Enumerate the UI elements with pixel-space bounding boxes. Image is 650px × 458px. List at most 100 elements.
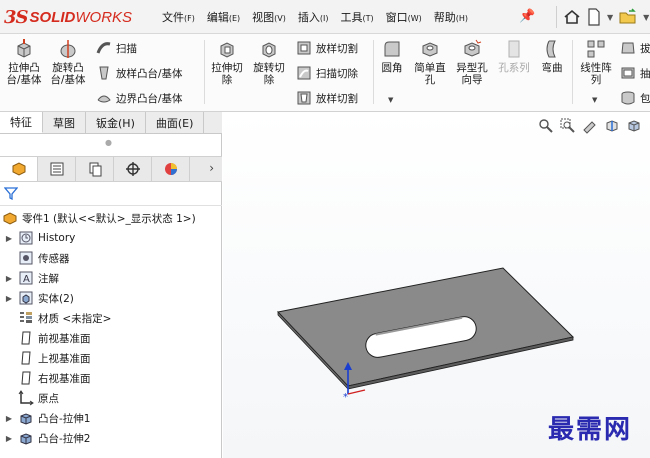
command-tabs: 特征 草图 钣金(H) 曲面(E) xyxy=(0,112,222,134)
boundary-boss-button[interactable]: 边界凸台/基体 xyxy=(96,90,183,106)
hole-series-icon xyxy=(508,40,520,58)
menu-view[interactable]: 视图(V) xyxy=(246,9,292,25)
swept-cut-button[interactable]: 扫描切除 xyxy=(296,65,358,81)
boss-extrude-icon xyxy=(20,413,32,425)
tree-item-front-plane[interactable]: 前视基准面 xyxy=(4,328,91,348)
command-manager: 拉伸凸 台/基体 旋转凸 台/基体 扫描 放样凸台/基体 边界凸台/基体 拉伸切… xyxy=(0,34,650,112)
tree-root-part[interactable]: 零件1 (默认<<默认>_显示状态 1>) xyxy=(0,208,196,228)
sweep-icon xyxy=(96,42,111,54)
sweep-button[interactable]: 扫描 xyxy=(96,40,137,56)
fillet-button[interactable]: 圆角 xyxy=(376,38,408,74)
solidworks-logo[interactable]: 3S SOLIDWORKS xyxy=(4,6,132,28)
tab-surfaces[interactable]: 曲面(E) xyxy=(146,112,205,133)
tab-property-manager[interactable] xyxy=(38,157,76,181)
fillet-dropdown-icon[interactable]: ▼ xyxy=(388,96,393,104)
tree-item-material[interactable]: 材质 <未指定> xyxy=(4,308,111,328)
chevron-down-icon[interactable]: ▼ xyxy=(643,13,649,22)
draft-button[interactable]: 拔 xyxy=(620,40,650,56)
menu-edit[interactable]: 编辑(E) xyxy=(201,9,246,25)
tree-item-boss-extrude2[interactable]: ▶ 凸台-拉伸2 xyxy=(4,428,90,448)
revolve-boss-icon xyxy=(60,40,76,58)
graphics-viewport[interactable]: * 最需网 xyxy=(223,112,650,458)
expand-arrow-icon[interactable]: ▶ xyxy=(4,274,14,283)
configuration-manager-icon xyxy=(89,162,101,177)
flex-button[interactable]: 弯曲 xyxy=(536,38,568,74)
svg-text:*: * xyxy=(343,392,348,403)
tree-item-top-plane[interactable]: 上视基准面 xyxy=(4,348,91,368)
tab-features[interactable]: 特征 xyxy=(0,112,43,133)
loft-cut-icon xyxy=(297,41,311,55)
open-folder-icon[interactable] xyxy=(619,8,637,26)
pattern-dropdown-icon[interactable]: ▼ xyxy=(592,96,597,104)
sensor-icon xyxy=(19,251,33,265)
extrude-cut-button[interactable]: 拉伸切 除 xyxy=(206,38,248,86)
tree-item-solid-bodies[interactable]: ▶ 实体(2) xyxy=(4,288,74,308)
part-icon xyxy=(3,212,17,225)
loft-boss-button[interactable]: 放样凸台/基体 xyxy=(96,65,183,81)
history-icon xyxy=(19,231,33,245)
tree-item-sensors[interactable]: 传感器 xyxy=(4,248,70,268)
part-model[interactable]: * xyxy=(223,112,650,458)
simple-hole-icon xyxy=(422,42,438,57)
expand-arrow-icon[interactable]: ▶ xyxy=(4,294,14,303)
revolve-cut-icon xyxy=(262,42,276,58)
tab-feature-tree[interactable] xyxy=(0,157,38,181)
fillet-icon xyxy=(384,41,400,57)
boundary-boss-icon xyxy=(97,95,111,103)
tree-item-annotations[interactable]: ▶ A 注解 xyxy=(4,268,59,288)
linear-pattern-button[interactable]: 线性阵 列 xyxy=(576,38,616,86)
extrude-cut-icon xyxy=(220,42,234,58)
hole-wizard-icon xyxy=(464,39,482,57)
expand-arrow-icon[interactable]: ▶ xyxy=(4,234,14,243)
loft-cut-button[interactable]: 放样切割 xyxy=(296,40,358,56)
loft-cut-button-2[interactable]: 放样切割 xyxy=(296,90,358,106)
feature-manager-panel: ● › 零件1 (默认<<默认>_显示状态 1>) ▶ History 传感器 … xyxy=(0,134,222,458)
filter-icon[interactable] xyxy=(4,186,18,200)
solid-bodies-icon xyxy=(19,291,33,305)
origin-icon xyxy=(18,390,34,406)
tree-item-boss-extrude1[interactable]: ▶ 凸台-拉伸1 xyxy=(4,408,90,428)
chevron-right-icon[interactable]: › xyxy=(209,161,214,175)
extrude-boss-button[interactable]: 拉伸凸 台/基体 xyxy=(2,38,46,86)
new-document-icon[interactable] xyxy=(587,8,601,26)
linear-pattern-icon xyxy=(587,40,605,58)
brand-works-text: WORKS xyxy=(75,8,133,26)
home-icon[interactable] xyxy=(563,8,581,26)
tree-item-right-plane[interactable]: 右视基准面 xyxy=(4,368,91,388)
panel-splitter-handle[interactable]: ● xyxy=(105,138,112,147)
annotation-icon: A xyxy=(19,271,33,285)
tree-item-history[interactable]: ▶ History xyxy=(4,228,75,248)
menu-file[interactable]: 文件(F) xyxy=(156,9,201,25)
expand-arrow-icon[interactable]: ▶ xyxy=(4,434,14,443)
tab-display-manager[interactable] xyxy=(152,157,190,181)
menu-insert[interactable]: 插入(I) xyxy=(292,9,335,25)
pin-icon[interactable]: 📌 xyxy=(519,9,535,24)
boss-extrude-icon xyxy=(20,433,32,445)
tab-sheet-metal[interactable]: 钣金(H) xyxy=(86,112,146,133)
chevron-down-icon[interactable]: ▼ xyxy=(607,13,613,22)
shell-button[interactable]: 抽 xyxy=(620,65,650,81)
watermark-text: 最需网 xyxy=(547,415,632,445)
revolve-cut-button[interactable]: 旋转切 除 xyxy=(248,38,290,86)
menu-help[interactable]: 帮助(H) xyxy=(428,9,474,25)
hole-series-button[interactable]: 孔系列 xyxy=(494,38,534,74)
property-manager-icon xyxy=(50,162,63,176)
wrap-button[interactable]: 包 xyxy=(620,90,650,106)
plane-icon xyxy=(21,351,31,365)
loft-boss-icon xyxy=(99,66,109,80)
expand-arrow-icon[interactable]: ▶ xyxy=(4,414,14,423)
flex-icon xyxy=(546,40,556,58)
tab-sketch[interactable]: 草图 xyxy=(43,112,86,133)
tab-configuration-manager[interactable] xyxy=(76,157,114,181)
menu-tools[interactable]: 工具(T) xyxy=(334,9,379,25)
simple-hole-button[interactable]: 简单直 孔 xyxy=(410,38,450,86)
plane-icon xyxy=(21,371,31,385)
brand-solid-text: SOLID xyxy=(29,8,76,26)
tree-item-origin[interactable]: 原点 xyxy=(4,388,59,408)
menu-window[interactable]: 窗口(W) xyxy=(380,9,428,25)
hole-wizard-button[interactable]: 异型孔 向导 xyxy=(452,38,492,86)
tree-filter-row xyxy=(0,182,222,206)
revolve-boss-button[interactable]: 旋转凸 台/基体 xyxy=(46,38,90,86)
tab-dimxpert-manager[interactable] xyxy=(114,157,152,181)
title-bar: 3S SOLIDWORKS 文件(F) 编辑(E) 视图(V) 插入(I) 工具… xyxy=(0,0,650,34)
